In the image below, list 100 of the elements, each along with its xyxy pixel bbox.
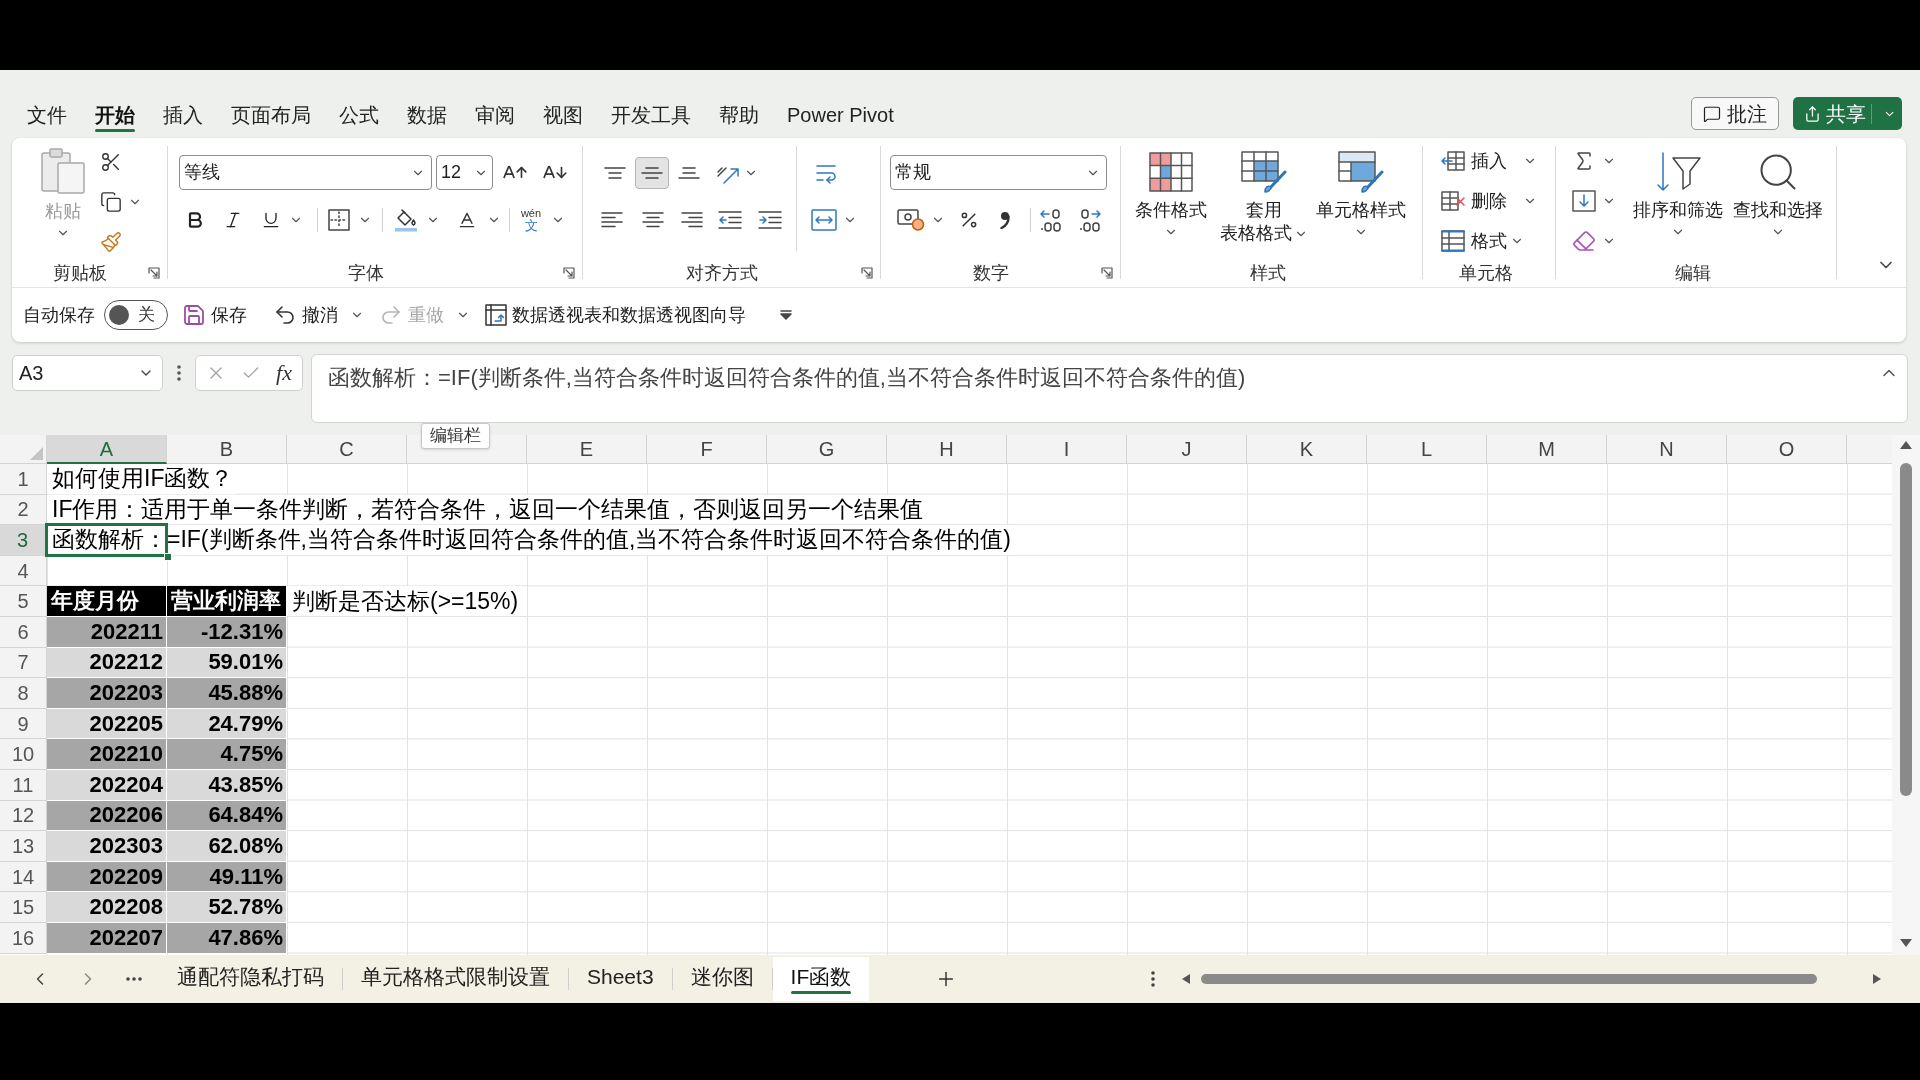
dialog-launcher-button[interactable] (861, 267, 873, 279)
sheet-tab[interactable]: Sheet3 (569, 957, 672, 1001)
row-header[interactable]: 7 (0, 647, 47, 679)
row-header[interactable]: 12 (0, 800, 47, 832)
menu-tab[interactable]: 插入 (149, 103, 217, 132)
column-header[interactable]: L (1367, 435, 1487, 464)
row-header[interactable]: 14 (0, 861, 47, 893)
dialog-launcher-button[interactable] (1101, 267, 1113, 279)
menu-tab[interactable]: 审阅 (461, 103, 529, 132)
sheet-tab[interactable]: 单元格格式限制设置 (343, 957, 568, 1001)
row-header[interactable]: 16 (0, 922, 47, 954)
row-header[interactable]: 11 (0, 769, 47, 801)
menu-tab[interactable]: 文件 (13, 103, 81, 132)
row-header[interactable]: 2 (0, 494, 47, 526)
row-header[interactable]: 5 (0, 586, 47, 617)
formula-field[interactable]: 函数解析：=IF(判断条件,当符合条件时返回符合条件的值,当不符合条件时返回不符合条件的值) (311, 354, 1908, 423)
increase-indent-button[interactable] (758, 211, 782, 229)
right-arrow-icon (1872, 973, 1882, 985)
share-icon (1804, 104, 1821, 123)
menu-tab[interactable]: 开始 (81, 103, 149, 132)
sheet-tab[interactable]: 通配符隐私打码 (159, 957, 342, 1001)
copy-button[interactable] (100, 190, 142, 214)
font-color-button[interactable] (457, 210, 501, 230)
column-header[interactable]: H (887, 435, 1007, 464)
name-box[interactable]: A3 (12, 355, 163, 391)
decrease-indent-button[interactable] (718, 211, 742, 229)
borders-button[interactable] (328, 209, 372, 231)
autosave-toggle[interactable]: 关 (104, 300, 168, 330)
font-size-dropdown[interactable]: 12 (436, 155, 493, 190)
column-header[interactable]: K (1247, 435, 1367, 464)
insert-cells-button[interactable]: 插入 (1441, 146, 1537, 176)
menu-tab[interactable]: 数据 (393, 103, 461, 132)
fill-handle[interactable] (164, 552, 172, 561)
row-header[interactable]: 15 (0, 892, 47, 923)
format-cells-button[interactable]: 格式 (1441, 226, 1537, 256)
conditional-format-button[interactable]: 条件格式 (1134, 152, 1208, 239)
font-name-dropdown[interactable]: 等线 (179, 155, 432, 190)
options-button[interactable] (1151, 971, 1156, 987)
column-header[interactable]: F (647, 435, 767, 464)
menu-tab[interactable]: 视图 (529, 103, 597, 132)
accounting-format-button[interactable] (897, 209, 945, 231)
menu-tab[interactable]: 帮助 (705, 103, 773, 132)
column-header[interactable]: E (527, 435, 647, 464)
align-left-button[interactable] (601, 212, 623, 228)
more-sheets-button[interactable] (126, 977, 142, 981)
column-header[interactable]: A (47, 435, 167, 464)
row-header[interactable]: 1 (0, 464, 47, 495)
align-middle-button[interactable] (635, 156, 669, 189)
row-header[interactable]: 8 (0, 678, 47, 709)
delete-cells-button[interactable]: 删除 (1441, 186, 1537, 216)
menu-tab[interactable]: 开发工具 (597, 103, 705, 132)
pivot-wizard-button[interactable]: 数据透视表和数据透视图向导 (485, 299, 746, 331)
menu-tab[interactable]: 公式 (325, 103, 393, 132)
align-center-button[interactable] (642, 212, 664, 228)
fill-color-button[interactable] (394, 208, 440, 232)
indent-increase-icon (758, 211, 782, 229)
corner-arrow-icon (1101, 267, 1113, 279)
column-header[interactable]: J (1127, 435, 1247, 464)
row-header[interactable]: 13 (0, 831, 47, 862)
column-header[interactable]: C (287, 435, 407, 464)
column-header[interactable]: G (767, 435, 887, 464)
column-header[interactable]: O (1727, 435, 1847, 464)
merge-center-button[interactable] (811, 209, 857, 231)
cell-text: 判断是否达标(>=15%) (287, 586, 523, 616)
dialog-launcher-button[interactable] (563, 267, 575, 279)
save-button[interactable]: 保存 (182, 299, 247, 331)
row-header[interactable]: 6 (0, 616, 47, 648)
format-as-table-button[interactable]: 套用 表格格式 (1216, 152, 1312, 245)
copy-icon (100, 191, 122, 213)
undo-button[interactable]: 撤消 (273, 299, 364, 331)
column-header[interactable]: M (1487, 435, 1607, 464)
align-right-button[interactable] (681, 212, 703, 228)
customize-toolbar-button[interactable] (779, 310, 793, 320)
increase-decimal-button[interactable] (1040, 208, 1062, 232)
comma-style-button[interactable] (1000, 211, 1010, 229)
menu-tab[interactable]: Power Pivot (773, 103, 908, 132)
row-header[interactable]: 4 (0, 555, 47, 587)
cell-styles-button[interactable]: 单元格样式 (1316, 152, 1406, 239)
phonetic-guide-button[interactable]: wén 文 (519, 208, 565, 232)
column-header[interactable]: I (1007, 435, 1127, 464)
row-header[interactable]: 9 (0, 708, 47, 740)
dialog-launcher-button[interactable] (148, 267, 160, 279)
insert-function-button[interactable]: fx (276, 362, 292, 384)
scrollbar-thumb[interactable] (1900, 463, 1912, 796)
sheet-tab[interactable]: IF函数 (772, 957, 870, 1001)
scrollbar-thumb[interactable] (1201, 974, 1818, 984)
sheet-tab[interactable]: 迷你图 (672, 957, 772, 1001)
column-header[interactable]: N (1607, 435, 1727, 464)
table-cell: 24.79% (167, 708, 287, 740)
comment-button[interactable]: 批注 (1691, 97, 1779, 130)
decrease-decimal-button[interactable] (1079, 208, 1101, 232)
share-button[interactable]: 共享 (1793, 97, 1902, 130)
row-header[interactable]: 3 (0, 525, 47, 556)
find-select-button[interactable]: 查找和选择 (1733, 152, 1823, 239)
percent-button[interactable] (959, 210, 979, 230)
row-header[interactable]: 10 (0, 739, 47, 770)
number-format-dropdown[interactable]: 常规 (890, 155, 1107, 190)
underline-button[interactable] (261, 210, 303, 230)
sort-filter-button[interactable]: 排序和筛选 (1634, 152, 1722, 239)
menu-tab[interactable]: 页面布局 (217, 103, 325, 132)
